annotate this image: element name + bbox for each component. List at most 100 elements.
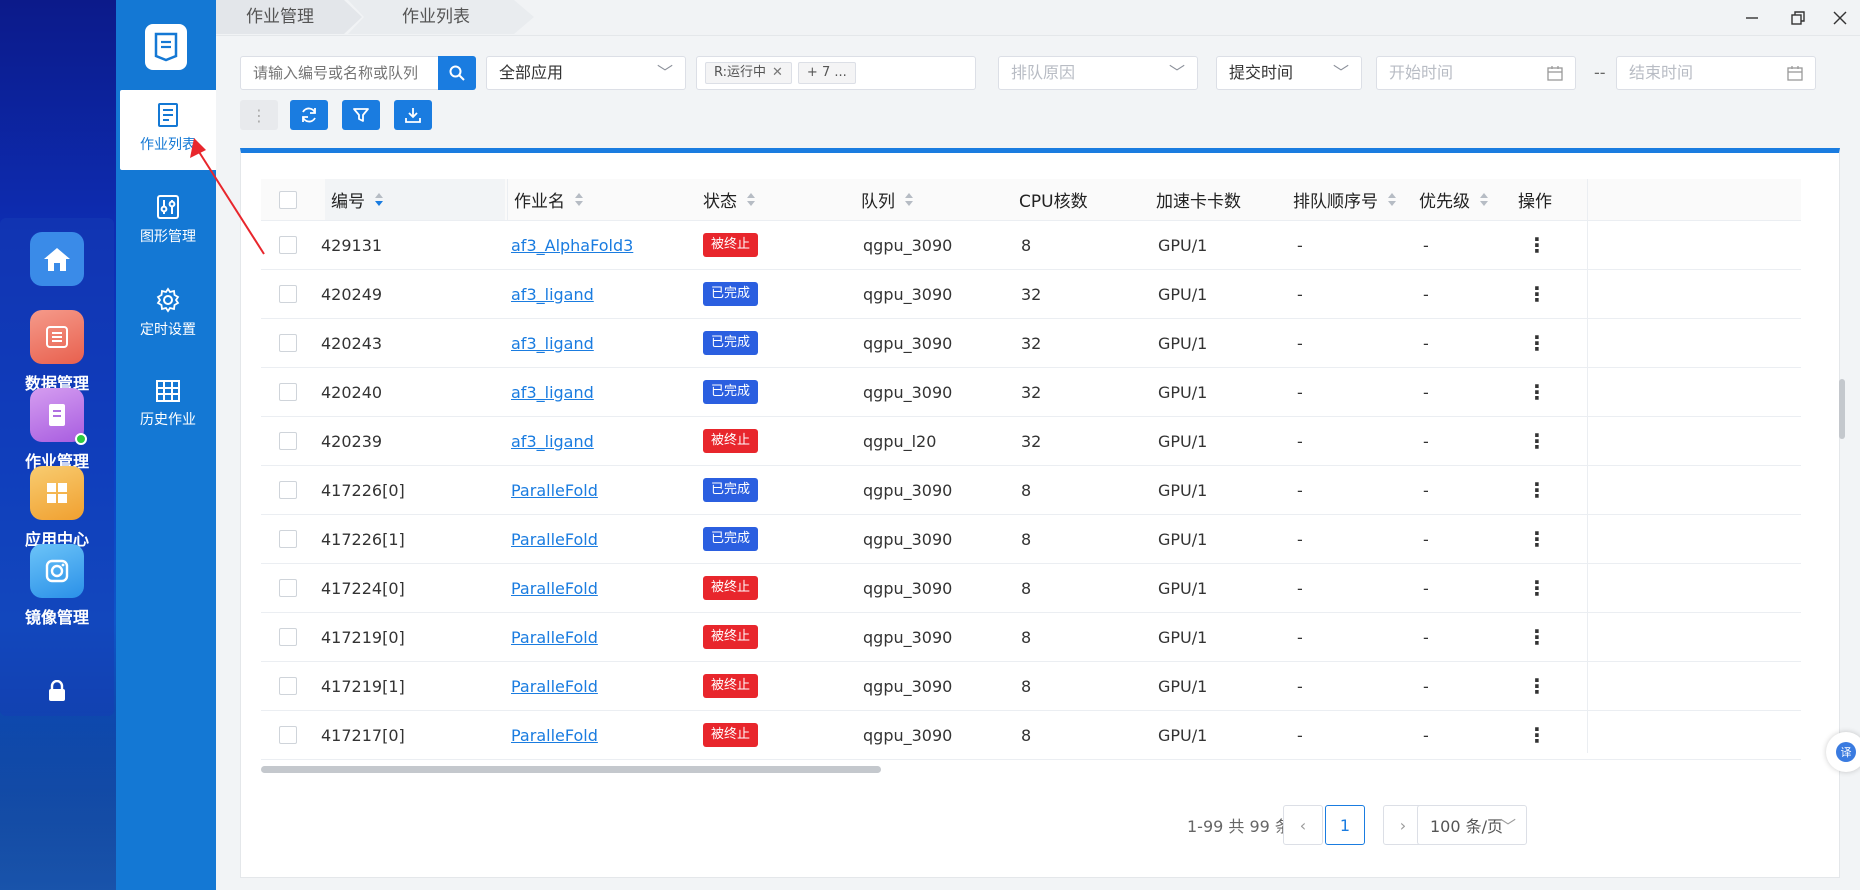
table-row[interactable]: 417226[0] ParalleFold 已完成 qgpu_3090 8 GPU/1 - -…	[261, 466, 1801, 515]
table-row[interactable]: 420240 af3_ligand 已完成 qgpu_3090 32 GPU/1 - - ⋮	[261, 368, 1801, 417]
row-checkbox[interactable]	[279, 236, 297, 254]
dock-item-apps[interactable]: 应用中心	[0, 466, 114, 550]
dock-item-jobs[interactable]: 作业管理	[0, 388, 114, 472]
more-vertical-icon[interactable]: ⋮	[1527, 723, 1547, 747]
dock-item-database[interactable]: 数据管理	[0, 310, 114, 394]
row-checkbox[interactable]	[279, 628, 297, 646]
end-time-picker[interactable]: 结束时间	[1616, 56, 1816, 90]
sort-icon[interactable]	[375, 192, 383, 207]
dock-item-images[interactable]: 镜像管理	[0, 544, 114, 628]
row-checkbox[interactable]	[279, 481, 297, 499]
vertical-scrollbar[interactable]	[1839, 379, 1845, 439]
page-size-select[interactable]: 100 条/页 ﹀	[1417, 805, 1527, 845]
start-time-picker[interactable]: 开始时间	[1376, 56, 1576, 90]
more-vertical-icon[interactable]: ⋮	[1527, 282, 1547, 306]
job-name-link[interactable]: af3_ligand	[511, 285, 594, 304]
cell-value: qgpu_3090	[863, 333, 953, 353]
time-type-select[interactable]: 提交时间 ﹀	[1216, 56, 1362, 90]
app-select[interactable]: 全部应用 ﹀	[486, 56, 686, 90]
download-button[interactable]	[394, 100, 432, 130]
table-row[interactable]: 420249 af3_ligand 已完成 qgpu_3090 32 GPU/1 - - ⋮	[261, 270, 1801, 319]
more-vertical-icon[interactable]: ⋮	[1527, 625, 1547, 649]
queue-reason-select[interactable]: 排队原因 ﹀	[998, 56, 1198, 90]
dock-item-home[interactable]	[0, 232, 114, 286]
col-id[interactable]: 编号	[325, 179, 505, 220]
search-input[interactable]	[240, 56, 440, 90]
minimize-button[interactable]	[1740, 6, 1764, 30]
horizontal-scrollbar[interactable]	[261, 766, 881, 773]
row-checkbox[interactable]	[279, 334, 297, 352]
table-row[interactable]: 417226[1] ParalleFold 已完成 qgpu_3090 8 GPU/1 - -…	[261, 515, 1801, 564]
col-queue[interactable]: 队列	[861, 179, 913, 220]
table-row[interactable]: 429131 af3_AlphaFold3 被终止 qgpu_3090 8 GPU/1 - -…	[261, 221, 1801, 270]
job-name-link[interactable]: ParalleFold	[511, 628, 598, 647]
job-name-link[interactable]: ParalleFold	[511, 530, 598, 549]
table-row[interactable]: 417219[1] ParalleFold 被终止 qgpu_3090 8 GPU/1 - -…	[261, 662, 1801, 711]
lock-button[interactable]	[0, 679, 114, 706]
sort-icon[interactable]	[747, 192, 755, 207]
more-vertical-icon[interactable]: ⋮	[1527, 233, 1547, 257]
chevron-down-icon: ﹀	[1499, 817, 1516, 836]
table-row[interactable]: 420243 af3_ligand 已完成 qgpu_3090 32 GPU/1 - - ⋮	[261, 319, 1801, 368]
job-name-link[interactable]: af3_AlphaFold3	[511, 236, 633, 255]
cell-value: -	[1423, 284, 1429, 304]
close-button[interactable]	[1828, 6, 1852, 30]
more-vertical-icon[interactable]: ⋮	[1527, 429, 1547, 453]
table-row[interactable]: 417224[0] ParalleFold 被终止 qgpu_3090 8 GPU/1 - -…	[261, 564, 1801, 613]
row-actions: ⋮	[1527, 466, 1547, 514]
cell-id: 420240	[321, 368, 382, 416]
cell-value: 8	[1021, 676, 1032, 696]
page-button-current[interactable]: 1	[1325, 805, 1365, 845]
table-row[interactable]: 417217[0] ParalleFold 被终止 qgpu_3090 8 GPU/1 - -…	[261, 711, 1801, 760]
sidenav-item-schedule[interactable]: 定时设置	[120, 275, 216, 355]
sort-icon[interactable]	[1388, 192, 1396, 207]
filter-button[interactable]	[342, 100, 380, 130]
job-name-link[interactable]: ParalleFold	[511, 481, 598, 500]
sort-icon[interactable]	[1480, 192, 1488, 207]
checkbox[interactable]	[279, 190, 297, 209]
row-checkbox[interactable]	[279, 677, 297, 695]
job-name-link[interactable]: af3_ligand	[511, 383, 594, 402]
search-button[interactable]	[438, 56, 476, 90]
more-vertical-icon[interactable]: ⋮	[1527, 674, 1547, 698]
job-name-link[interactable]: ParalleFold	[511, 726, 598, 745]
more-vertical-icon[interactable]: ⋮	[1527, 478, 1547, 502]
row-checkbox[interactable]	[279, 285, 297, 303]
col-status[interactable]: 状态	[703, 179, 755, 220]
job-name-link[interactable]: ParalleFold	[511, 677, 598, 696]
col-queue-order[interactable]: 排队顺序号	[1293, 179, 1396, 220]
job-name-link[interactable]: af3_ligand	[511, 334, 594, 353]
job-name-link[interactable]: ParalleFold	[511, 579, 598, 598]
refresh-button[interactable]	[290, 100, 328, 130]
row-checkbox[interactable]	[279, 383, 297, 401]
row-checkbox[interactable]	[279, 579, 297, 597]
more-tags-badge: + 7 ...	[797, 62, 856, 84]
more-vertical-icon[interactable]: ⋮	[1527, 331, 1547, 355]
sort-icon[interactable]	[905, 192, 913, 207]
more-vertical-icon[interactable]: ⋮	[1527, 527, 1547, 551]
more-actions-button[interactable]: ⋮	[240, 100, 278, 130]
more-vertical-icon[interactable]: ⋮	[1527, 380, 1547, 404]
cell-value: -	[1297, 627, 1303, 647]
col-priority[interactable]: 优先级	[1419, 179, 1488, 220]
table-row[interactable]: 420239 af3_ligand 被终止 qgpu_l20 32 GPU/1 - - ⋮	[261, 417, 1801, 466]
more-vertical-icon[interactable]: ⋮	[1527, 576, 1547, 600]
row-checkbox[interactable]	[279, 530, 297, 548]
status-badge: 被终止	[703, 625, 759, 649]
table-row[interactable]: 417219[0] ParalleFold 被终止 qgpu_3090 8 GPU/1 - -…	[261, 613, 1801, 662]
col-name[interactable]: 作业名	[507, 179, 707, 220]
status-multi-select[interactable]: R:运行中 ✕ + 7 ...	[696, 56, 976, 90]
row-checkbox[interactable]	[279, 432, 297, 450]
breadcrumb-job-list[interactable]: 作业列表	[348, 0, 534, 34]
restore-button[interactable]	[1786, 6, 1810, 30]
select-all-checkbox[interactable]	[279, 179, 297, 220]
sort-icon[interactable]	[575, 192, 583, 207]
translate-button[interactable]: 译	[1826, 732, 1860, 772]
row-checkbox[interactable]	[279, 726, 297, 744]
sidenav-item-history[interactable]: 历史作业	[120, 367, 216, 447]
prev-page-button[interactable]: ‹	[1283, 805, 1323, 845]
tag-close-icon[interactable]: ✕	[772, 65, 783, 80]
breadcrumb-job-management[interactable]: 作业管理	[216, 0, 362, 34]
status-tag-label: R:运行中	[714, 65, 767, 80]
job-name-link[interactable]: af3_ligand	[511, 432, 594, 451]
